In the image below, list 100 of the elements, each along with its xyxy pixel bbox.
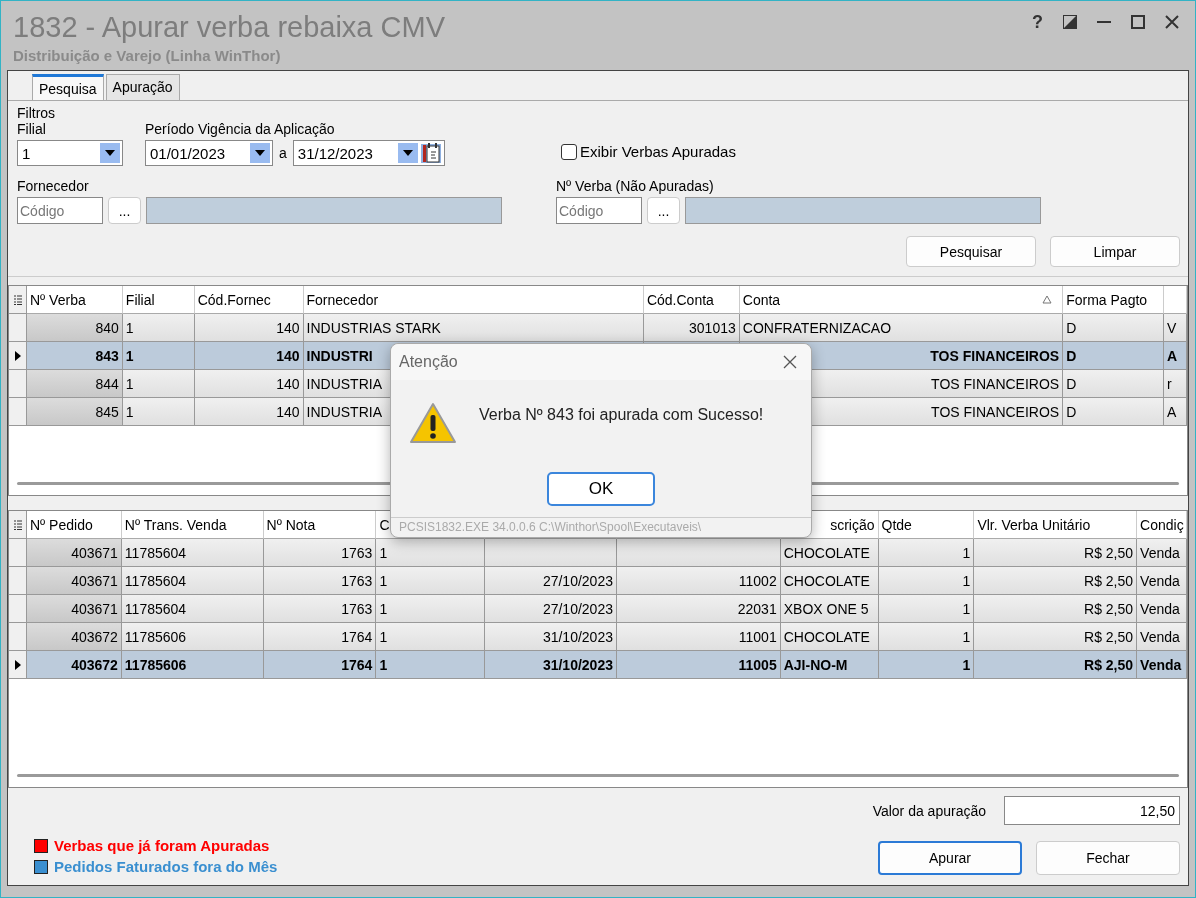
- table-cell: 403671: [27, 567, 122, 595]
- table-cell: 11005: [617, 651, 781, 679]
- table-cell: 845: [27, 398, 123, 426]
- column-menu-icon[interactable]: [9, 286, 27, 314]
- table-cell: 140: [194, 398, 304, 426]
- legend-label: Verbas que já foram Apuradas: [54, 837, 270, 854]
- column-menu-icon[interactable]: [9, 511, 27, 539]
- column-header[interactable]: Cód.Fornec: [197, 291, 271, 308]
- row-header[interactable]: [9, 651, 27, 679]
- table-cell: 11785604: [121, 567, 264, 595]
- table-cell: 1: [122, 398, 195, 426]
- table-cell: 1: [122, 314, 195, 342]
- filial-dropdown[interactable]: 1: [17, 140, 123, 166]
- dropdown-button[interactable]: [100, 143, 120, 163]
- column-header[interactable]: Conta: [742, 291, 781, 308]
- column-header[interactable]: Filial: [125, 291, 155, 308]
- table-cell: 31/10/2023: [485, 651, 617, 679]
- lookup-button[interactable]: ...: [108, 197, 141, 224]
- column-header[interactable]: Nº Pedido: [30, 516, 93, 533]
- help-button[interactable]: ?: [1032, 11, 1043, 33]
- row-header[interactable]: [9, 342, 27, 370]
- column-header[interactable]: Fornecedor: [306, 291, 379, 308]
- clear-button[interactable]: Limpar: [1050, 236, 1180, 267]
- close-icon[interactable]: [783, 355, 797, 369]
- search-button[interactable]: Pesquisar: [906, 236, 1036, 267]
- close-icon[interactable]: [1165, 15, 1179, 29]
- table-cell: r: [1164, 370, 1187, 398]
- table-cell: R$ 2,50: [974, 539, 1138, 567]
- table-cell: 31/10/2023: [485, 623, 617, 651]
- column-header[interactable]: scrição: [830, 516, 875, 533]
- table-cell: 1: [878, 651, 975, 679]
- maximize-icon[interactable]: [1131, 15, 1145, 29]
- table-cell: 1: [122, 342, 195, 370]
- field-label: Fornecedor: [17, 178, 90, 194]
- column-header[interactable]: C: [379, 516, 390, 533]
- column-header[interactable]: Nº Nota: [266, 516, 316, 533]
- table-cell: R$ 2,50: [974, 595, 1138, 623]
- column-header[interactable]: Forma Pagto: [1066, 291, 1148, 308]
- column-header[interactable]: Nº Verba: [30, 291, 86, 308]
- table-cell: 1: [878, 623, 975, 651]
- ok-button[interactable]: OK: [547, 472, 655, 506]
- code-input[interactable]: Código: [17, 197, 103, 224]
- table-cell: 1: [878, 539, 975, 567]
- total-field[interactable]: 12,50: [1004, 796, 1180, 825]
- tab[interactable]: Apuração: [105, 74, 180, 100]
- section-title: Filtros: [17, 105, 57, 121]
- table-cell: 1764: [263, 651, 377, 679]
- table-cell: 27/10/2023: [485, 567, 617, 595]
- close-button[interactable]: Fechar: [1036, 841, 1180, 875]
- sort-icon[interactable]: [1042, 295, 1053, 304]
- field-label: Período Vigência da Aplicação: [145, 121, 336, 137]
- dropdown-button[interactable]: [397, 143, 418, 163]
- field-label: Nº Verba (Não Apuradas): [556, 178, 715, 194]
- column-header[interactable]: Qtde: [881, 516, 912, 533]
- table-cell: 1763: [263, 567, 377, 595]
- table-cell: 1: [376, 567, 486, 595]
- table-cell: 27/10/2023: [485, 595, 617, 623]
- tab[interactable]: Pesquisa: [32, 74, 104, 100]
- legend-label: Pedidos Faturados fora do Mês: [54, 858, 278, 875]
- code-input[interactable]: Código: [556, 197, 642, 224]
- table-cell: V: [1164, 314, 1187, 342]
- date-dropdown[interactable]: 31/12/2023: [292, 140, 445, 166]
- table-cell: D: [1063, 370, 1164, 398]
- show-verified-checkbox[interactable]: Exibir Verbas Apuradas: [561, 143, 736, 160]
- table-cell: D: [1063, 342, 1164, 370]
- table-cell: 11785606: [121, 623, 264, 651]
- table-cell: 403672: [27, 623, 122, 651]
- dropdown-button[interactable]: [250, 143, 270, 163]
- column-header[interactable]: Condiç: [1140, 516, 1184, 533]
- column-header[interactable]: Vlr. Verba Unitário: [977, 516, 1091, 533]
- table-cell: CHOCOLATE: [780, 567, 879, 595]
- caret-icon: [402, 150, 413, 156]
- table-cell: XBOX ONE 5: [780, 595, 879, 623]
- warning-icon: [409, 402, 457, 444]
- table-cell: 140: [194, 314, 304, 342]
- table-cell: 1: [376, 651, 486, 679]
- total-label: Valor da apuração: [872, 802, 986, 819]
- table-cell: A: [1164, 398, 1187, 426]
- column-header[interactable]: Cód.Conta: [646, 291, 714, 308]
- checkbox[interactable]: [561, 143, 577, 160]
- table-cell: CONFRATERNIZACAO: [739, 314, 1064, 342]
- theme-icon[interactable]: [1063, 15, 1077, 29]
- table-cell: 1: [878, 595, 975, 623]
- lookup-button[interactable]: ...: [647, 197, 680, 224]
- table-cell: 840: [27, 314, 123, 342]
- table-cell: R$ 2,50: [974, 651, 1138, 679]
- table-cell: 403671: [27, 539, 122, 567]
- table-cell: 1: [376, 539, 486, 567]
- table-cell: CHOCOLATE: [780, 623, 879, 651]
- calculate-button[interactable]: Apurar: [878, 841, 1022, 875]
- table-cell: 22031: [617, 595, 781, 623]
- date-dropdown[interactable]: 01/01/2023: [145, 140, 273, 166]
- table-cell: 11785606: [121, 651, 264, 679]
- table-cell: 1: [878, 567, 975, 595]
- column-header[interactable]: Nº Trans. Venda: [124, 516, 227, 533]
- table-cell: D: [1063, 398, 1164, 426]
- calendar-icon[interactable]: [419, 142, 442, 164]
- table-cell: Venda: [1137, 651, 1187, 679]
- horizontal-scrollbar[interactable]: [17, 774, 1179, 777]
- table-cell: 1764: [263, 623, 377, 651]
